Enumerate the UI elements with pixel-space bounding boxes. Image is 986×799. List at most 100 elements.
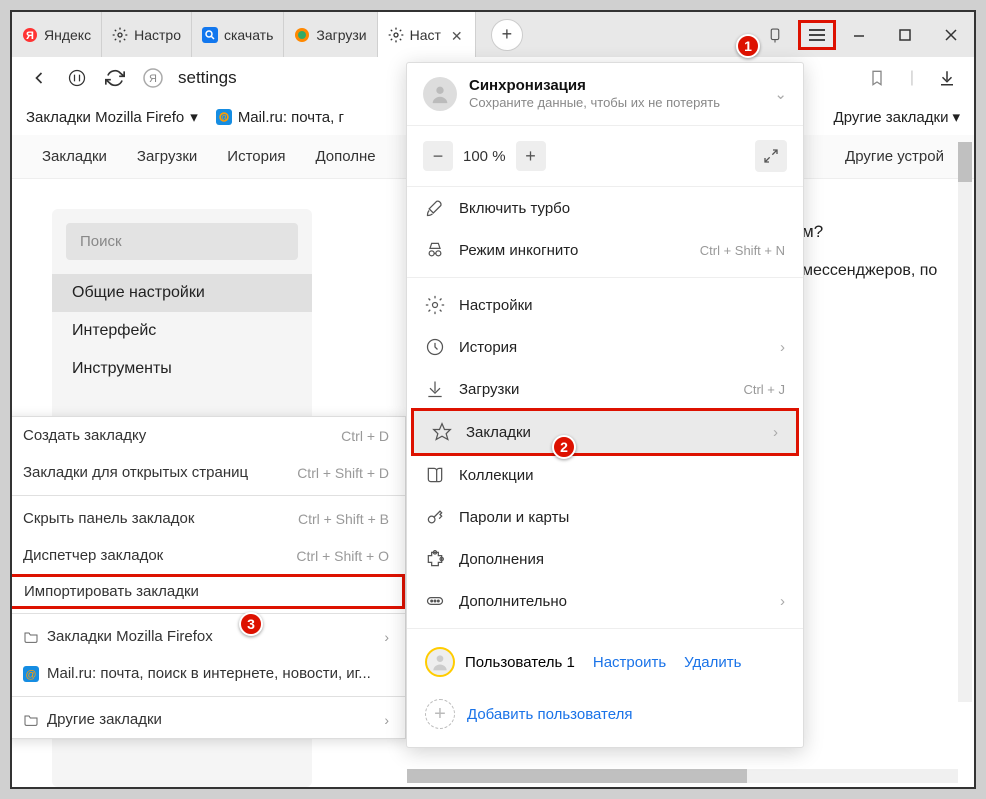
folder-icon [23,629,39,645]
sidebar-item-tools[interactable]: Инструменты [52,350,312,388]
back-button[interactable] [26,65,52,91]
menu-add-user[interactable]: + Добавить пользователя [407,689,803,747]
site-icon: Я [140,65,166,91]
sub-import-bookmarks[interactable]: Импортировать закладки [10,574,405,609]
mailru-icon: @ [23,666,39,682]
menu-extensions[interactable]: Дополнения [407,538,803,580]
menu-turbo[interactable]: Включить турбо [407,187,803,229]
svg-text:@: @ [219,112,228,122]
sub-mailru[interactable]: @Mail.ru: почта, поиск в интернете, ново… [10,655,405,692]
folder-icon [23,712,39,728]
close-window-button[interactable] [928,12,974,57]
menu-downloads[interactable]: Загрузки Ctrl + J [407,368,803,410]
dots-icon [425,591,445,611]
zoom-controls: − 100 % + [407,126,803,187]
zoom-out-button[interactable]: − [423,141,453,171]
nav-item[interactable]: Закладки [42,148,107,165]
sub-bookmark-open-pages[interactable]: Закладки для открытых страницCtrl + Shif… [10,454,405,491]
horizontal-scrollbar[interactable] [407,769,958,783]
user-name: Пользователь 1 [465,654,575,671]
key-icon [425,507,445,527]
gear-icon [112,27,128,43]
avatar [425,647,455,677]
tableau-icon[interactable] [64,65,90,91]
svg-text:@: @ [25,669,36,681]
hamburger-button[interactable] [807,27,827,43]
zoom-in-button[interactable]: + [516,141,546,171]
puzzle-icon [425,549,445,569]
clock-icon [425,337,445,357]
reload-button[interactable] [102,65,128,91]
nav-item[interactable]: История [227,148,285,165]
bookmark-item[interactable]: @ Mail.ru: почта, г [216,109,344,126]
tab-label: Наст [410,27,441,43]
partial-text: мессенджеров, по [802,262,937,280]
sidebar-item-general[interactable]: Общие настройки [52,274,312,312]
menu-collections[interactable]: Коллекции [407,454,803,496]
rocket-icon [425,198,445,218]
chevron-down-icon: ▾ [190,108,198,126]
chevron-right-icon: › [384,712,389,728]
tab-label: Настро [134,27,181,43]
nav-item[interactable]: Дополне [315,148,375,165]
browser-window: Я Яндекс Настро скачать Загрузи Наст ✕ + [10,10,976,789]
tab-yandex[interactable]: Я Яндекс [12,12,102,57]
partial-text: м? [802,222,823,242]
menu-sync[interactable]: СинхронизацияСохраните данные, чтобы их … [407,63,803,126]
sub-folder-firefox[interactable]: Закладки Mozilla Firefox › [10,618,405,655]
search-input[interactable]: Поиск [66,223,298,260]
download-icon [425,379,445,399]
mailru-icon: @ [216,109,232,125]
gear-icon [388,27,404,43]
annotation-marker-1: 1 [736,34,760,58]
menu-passwords[interactable]: Пароли и карты [407,496,803,538]
search-icon [202,27,218,43]
menu-incognito[interactable]: Режим инкогнито Ctrl + Shift + N [407,229,803,271]
annotation-marker-2: 2 [552,435,576,459]
user-configure-link[interactable]: Настроить [593,654,666,671]
tab-label: Загрузи [316,27,366,43]
tab-settings1[interactable]: Настро [102,12,192,57]
tab-search[interactable]: скачать [192,12,284,57]
menu-settings[interactable]: Настройки [407,284,803,326]
user-delete-link[interactable]: Удалить [684,654,741,671]
window-controls [752,12,974,57]
tab-bar: Я Яндекс Настро скачать Загрузи Наст ✕ + [12,12,974,57]
gear-icon [425,295,445,315]
sub-bookmark-manager[interactable]: Диспетчер закладокCtrl + Shift + O [10,537,405,574]
svg-text:Я: Я [26,30,34,42]
hamburger-highlighted [798,20,836,50]
sub-hide-bar[interactable]: Скрыть панель закладокCtrl + Shift + B [10,500,405,537]
sub-create-bookmark[interactable]: Создать закладкуCtrl + D [10,417,405,454]
incognito-icon [425,240,445,260]
menu-bookmarks[interactable]: Закладки › [414,411,796,453]
fullscreen-button[interactable] [755,140,787,172]
bookmarks-submenu: Создать закладкуCtrl + D Закладки для от… [10,416,406,739]
plus-icon: + [425,699,455,729]
other-bookmarks[interactable]: Другие закладки▾ [834,108,960,126]
tab-download[interactable]: Загрузи [284,12,377,57]
menu-more[interactable]: Дополнительно › [407,580,803,622]
sidebar-item-interface[interactable]: Интерфейс [52,312,312,350]
sub-other-bookmarks[interactable]: Другие закладки › [10,701,405,738]
bookmark-item[interactable]: Закладки Mozilla Firefо▾ [26,108,198,126]
chevron-down-icon: ▾ [952,108,960,126]
maximize-button[interactable] [882,12,928,57]
star-icon [432,422,452,442]
nav-item[interactable]: Загрузки [137,148,197,165]
new-tab-button[interactable]: + [491,19,523,51]
tab-settings2[interactable]: Наст ✕ [378,12,476,57]
download-icon[interactable] [934,65,960,91]
chevron-down-icon: ⌄ [774,85,787,103]
book-icon [425,465,445,485]
annotation-marker-3: 3 [239,612,263,636]
firefox-icon [294,27,310,43]
chevron-right-icon: › [780,339,785,356]
vertical-scrollbar[interactable] [958,142,972,702]
minimize-button[interactable] [836,12,882,57]
svg-text:Я: Я [149,73,157,85]
close-icon[interactable]: ✕ [451,28,465,42]
bookmark-icon[interactable] [864,65,890,91]
nav-item[interactable]: Другие устрой [845,148,944,165]
menu-history[interactable]: История › [407,326,803,368]
